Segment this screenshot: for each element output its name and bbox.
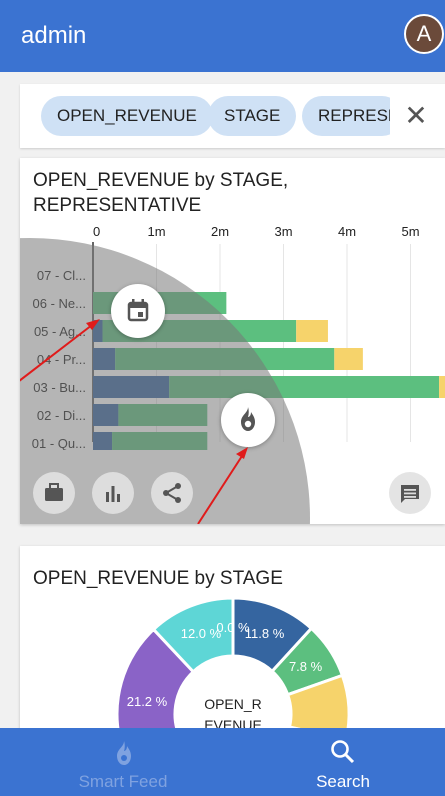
x-tick-label: 0 — [93, 224, 100, 239]
nav-smart-feed-label: Smart Feed — [78, 772, 168, 791]
flame-icon — [241, 407, 255, 431]
x-tick-label: 4m — [338, 224, 356, 239]
donut-chart: 11.8 %7.8 %21.2 %12.0 %0.0 %OPEN_REVENUE — [115, 596, 351, 746]
chart-type-button[interactable] — [92, 472, 134, 514]
share-button[interactable] — [151, 472, 193, 514]
briefcase-button[interactable] — [33, 472, 75, 514]
nav-search[interactable]: Search — [232, 728, 445, 796]
bar-segment[interactable] — [296, 320, 328, 342]
comment-icon — [401, 485, 419, 503]
x-tick-label: 3m — [274, 224, 292, 239]
chip-open-revenue[interactable]: OPEN_REVENUE — [41, 96, 213, 136]
calendar-button[interactable] — [111, 284, 165, 338]
bar-chart-title-line1: OPEN_REVENUE by STAGE, — [33, 170, 289, 191]
bar-chart-icon — [106, 486, 120, 502]
calendar-icon — [127, 299, 149, 322]
bar-segment[interactable] — [334, 348, 363, 370]
app-title: admin — [21, 22, 87, 49]
search-chip-bar: OPEN_REVENUE STAGE REPRESENTATIVE ✕ — [20, 84, 445, 148]
search-icon — [331, 740, 355, 764]
slice-label: 7.8 % — [289, 659, 323, 674]
bar-chart-title-line2: REPRESENTATIVE — [33, 195, 202, 216]
donut-center-label-1: OPEN_R — [204, 696, 262, 712]
bar-chart-card: OPEN_REVENUE by STAGE, REPRESENTATIVE 0 1… — [20, 158, 445, 524]
slice-label: 0.0 % — [216, 620, 250, 635]
slice-label: 21.2 % — [127, 694, 168, 709]
smart-feed-button[interactable] — [221, 393, 275, 447]
share-icon — [163, 483, 181, 503]
slice-label: 11.8 % — [245, 626, 285, 641]
flame-icon — [117, 741, 131, 765]
bar-chart-title: OPEN_REVENUE by STAGE, REPRESENTATIVE — [33, 168, 288, 218]
chip-stage[interactable]: STAGE — [208, 96, 297, 136]
x-tick-label: 5m — [401, 224, 419, 239]
briefcase-icon — [45, 483, 63, 501]
x-tick-label: 1m — [147, 224, 165, 239]
chip-representative[interactable]: REPRESENTATIVE — [302, 96, 402, 136]
nav-smart-feed[interactable]: Smart Feed — [12, 728, 234, 796]
x-tick-label: 2m — [211, 224, 229, 239]
bottom-navigation: Smart Feed Search — [0, 728, 445, 796]
close-icon[interactable]: ✕ — [390, 90, 442, 142]
bar-segment[interactable] — [439, 376, 445, 398]
donut-chart-card: OPEN_REVENUE by STAGE 11.8 % 7.8 % 21.2 % 1… — [20, 546, 445, 746]
avatar[interactable]: A — [404, 14, 444, 54]
nav-search-label: Search — [316, 772, 370, 791]
app-bar: admin A — [0, 0, 445, 72]
comment-button[interactable] — [389, 472, 431, 514]
